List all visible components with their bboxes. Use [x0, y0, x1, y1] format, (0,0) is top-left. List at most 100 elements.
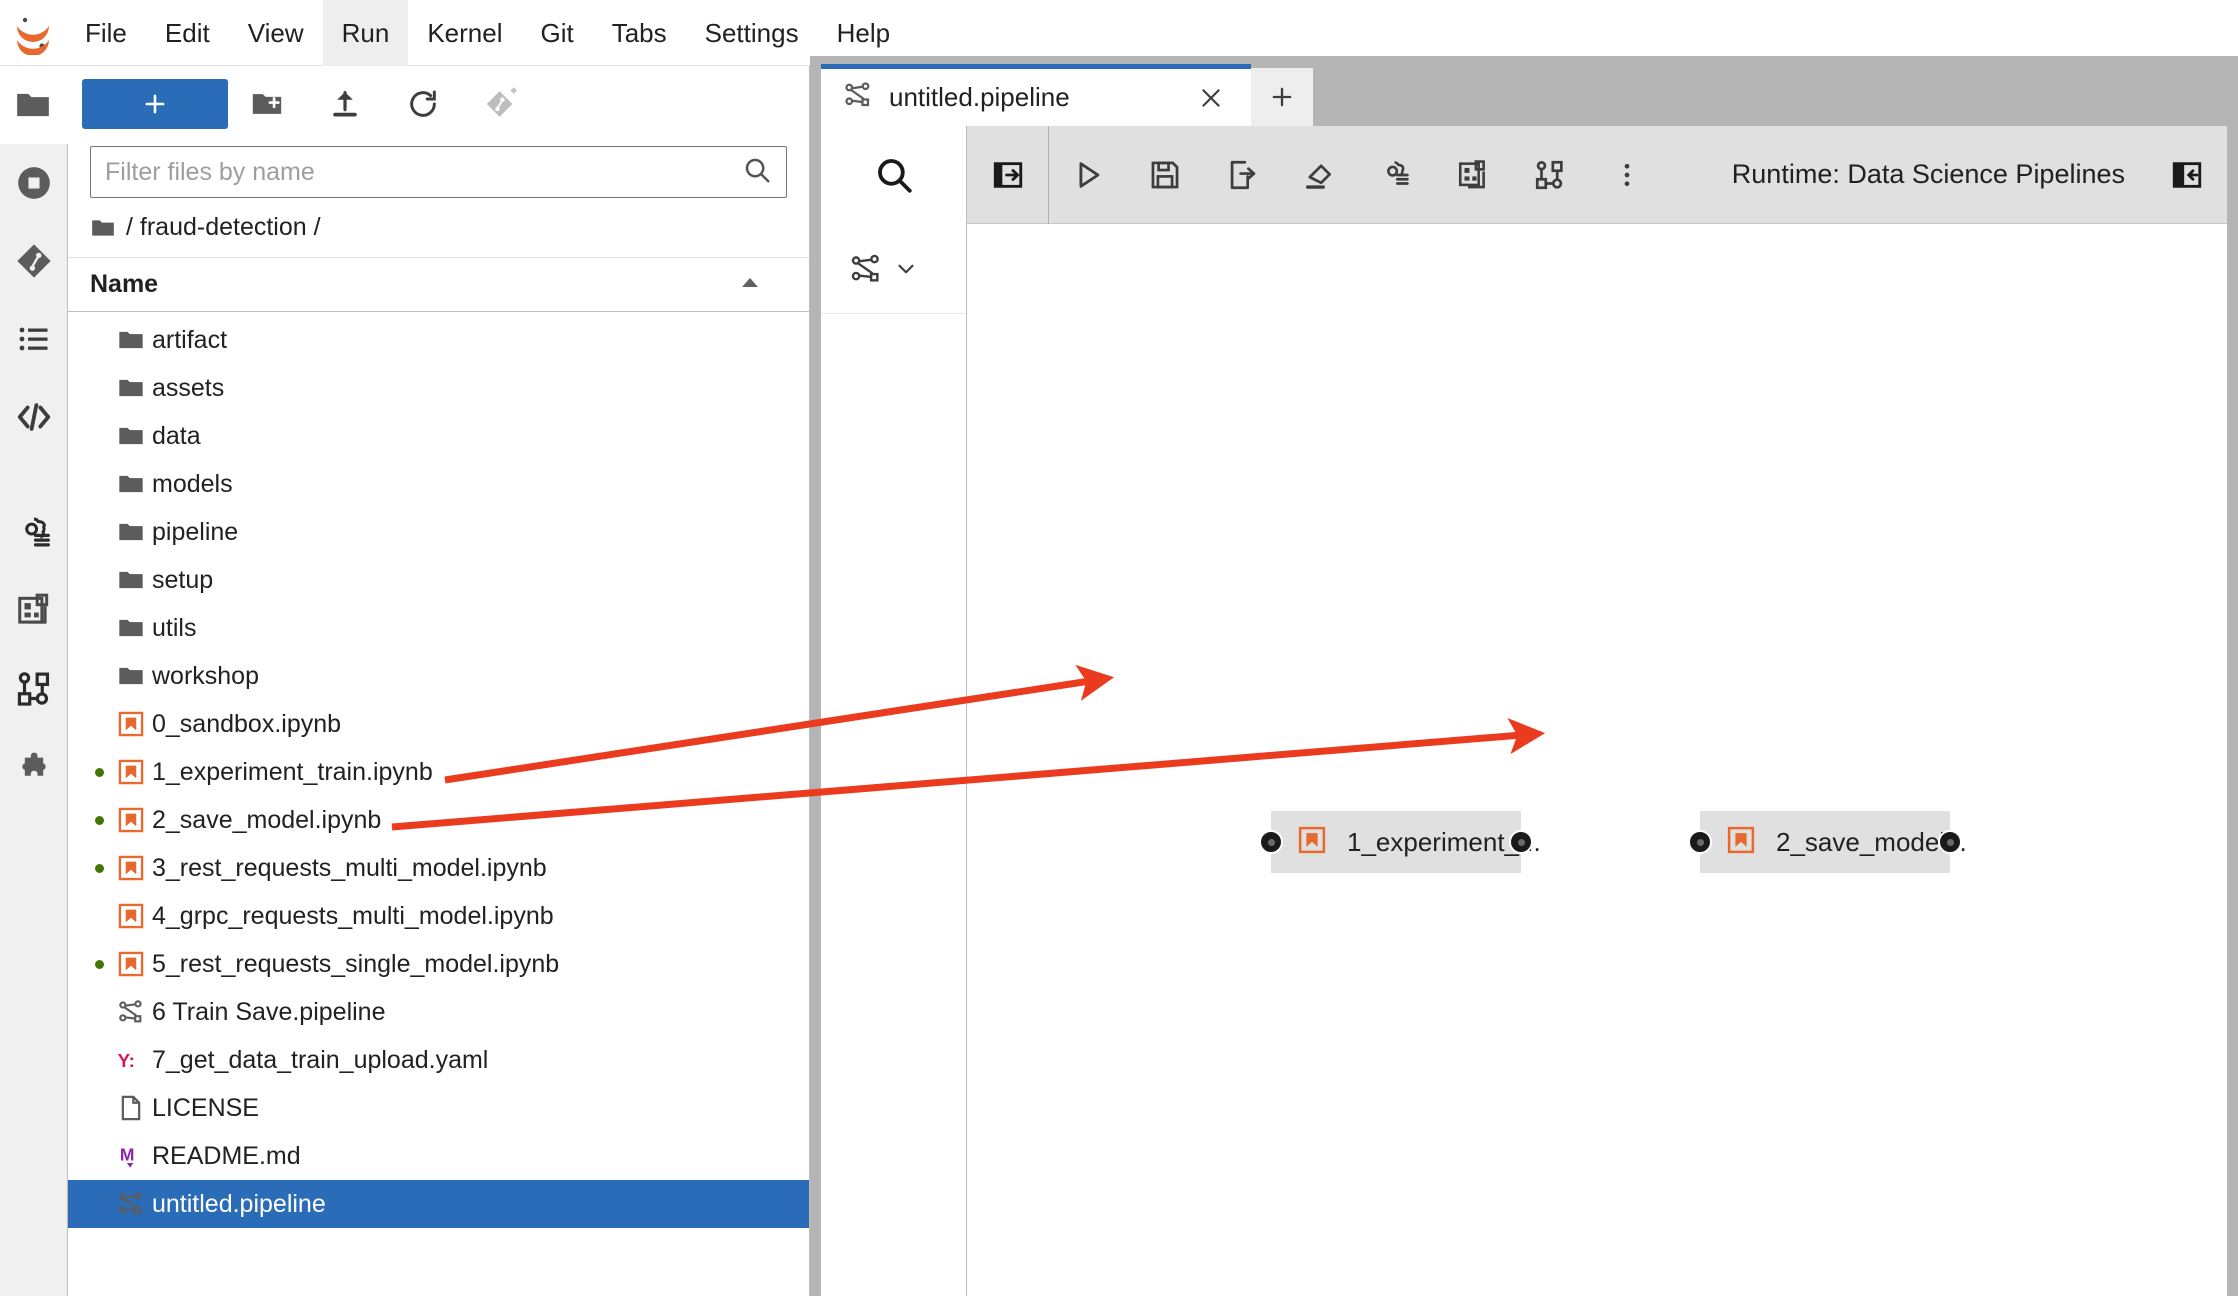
file-list-item[interactable]: 1_experiment_train.ipynb [68, 748, 809, 796]
file-name-label: 6 Train Save.pipeline [152, 997, 386, 1026]
pipeline-toolbar: Runtime: Data Science Pipelines [967, 125, 2227, 224]
notebook-icon [1297, 825, 1327, 860]
file-list-item[interactable]: utils [68, 604, 809, 652]
tab-untitled-pipeline[interactable]: untitled.pipeline [821, 64, 1251, 126]
run-icon[interactable] [1049, 126, 1126, 224]
menu-item-kernel[interactable]: Kernel [408, 0, 521, 66]
new-folder-icon[interactable] [228, 76, 306, 132]
file-list-item[interactable]: artifact [68, 316, 809, 364]
add-tab-button[interactable] [1251, 68, 1313, 126]
file-list-item[interactable]: 3_rest_requests_multi_model.ipynb [68, 844, 809, 892]
folder-icon [119, 571, 143, 589]
menu-item-file[interactable]: File [66, 0, 146, 66]
file-type-icon [110, 998, 152, 1026]
file-list-item[interactable]: 0_sandbox.ipynb [68, 700, 809, 748]
file-list-item[interactable]: 4_grpc_requests_multi_model.ipynb [68, 892, 809, 940]
notebook-icon [1726, 825, 1756, 860]
file-name-label: 2_save_model.ipynb [152, 805, 382, 834]
file-name-label: 4_grpc_requests_multi_model.ipynb [152, 901, 554, 930]
file-list-item[interactable]: LICENSE [68, 1084, 809, 1132]
chevron-down-icon [898, 264, 914, 273]
component-catalog-icon[interactable] [0, 572, 68, 650]
file-type-icon [110, 374, 152, 402]
search-input[interactable] [105, 157, 742, 187]
file-list-item[interactable]: setup [68, 556, 809, 604]
code-console-icon[interactable] [0, 378, 68, 456]
property-settings-icon[interactable] [0, 494, 68, 572]
tab-title: untitled.pipeline [889, 82, 1070, 112]
file-list-item[interactable]: untitled.pipeline [68, 1180, 809, 1228]
file-type-icon [110, 1190, 152, 1218]
node-properties-icon[interactable] [1511, 126, 1588, 224]
close-icon[interactable] [1191, 85, 1231, 111]
pipeline-canvas[interactable]: 1_experiment_... 2_save_model... [967, 224, 2227, 1296]
file-name-label: untitled.pipeline [152, 1189, 326, 1218]
notebook-icon [118, 903, 144, 929]
notebook-icon [118, 807, 144, 833]
file-list-item[interactable]: models [68, 460, 809, 508]
kernel-running-indicator [88, 767, 110, 777]
kernel-running-indicator [88, 815, 110, 825]
palette-category-pipeline[interactable] [821, 224, 966, 314]
filter-files-field[interactable] [90, 146, 787, 198]
menu-item-git[interactable]: Git [521, 0, 592, 66]
extension-manager-icon[interactable] [0, 728, 68, 806]
menu-item-edit[interactable]: Edit [146, 0, 229, 66]
open-panel-icon[interactable] [967, 125, 1049, 224]
folder-icon [119, 427, 143, 445]
upload-icon[interactable] [306, 76, 384, 132]
refresh-icon[interactable] [384, 76, 462, 132]
settings-icon[interactable] [1357, 126, 1434, 224]
file-list-item[interactable]: data [68, 412, 809, 460]
breadcrumb[interactable]: / fraud-detection / [68, 198, 809, 258]
menu-item-tabs[interactable]: Tabs [593, 0, 686, 66]
folder-icon [119, 523, 143, 541]
node-input-port[interactable] [1259, 830, 1283, 854]
node-output-port[interactable] [1938, 830, 1962, 854]
pipeline-icon [119, 1192, 142, 1215]
file-list-item[interactable]: Y: 7_get_data_train_upload.yaml [68, 1036, 809, 1084]
file-list-item[interactable]: 5_rest_requests_single_model.ipynb [68, 940, 809, 988]
table-of-contents-icon[interactable] [0, 300, 68, 378]
file-type-icon [110, 1094, 152, 1122]
overflow-menu-icon[interactable] [1588, 126, 1665, 224]
file-list-item[interactable]: M README.md [68, 1132, 809, 1180]
file-browser-icon[interactable] [0, 66, 68, 144]
export-icon[interactable] [1203, 126, 1280, 224]
running-terminals-icon[interactable] [0, 144, 68, 222]
file-list-item[interactable]: pipeline [68, 508, 809, 556]
file-type-icon [110, 662, 152, 690]
file-type-icon [110, 470, 152, 498]
file-list-item[interactable]: assets [68, 364, 809, 412]
palette-search-button[interactable] [821, 126, 967, 224]
menu-item-settings[interactable]: Settings [686, 0, 818, 66]
file-name-label: 7_get_data_train_upload.yaml [152, 1045, 489, 1074]
save-icon[interactable] [1126, 126, 1203, 224]
file-type-icon [110, 518, 152, 546]
file-list-header[interactable]: Name [68, 258, 809, 312]
node-output-port[interactable] [1509, 830, 1533, 854]
clear-icon[interactable] [1280, 126, 1357, 224]
file-type-icon [110, 710, 152, 738]
pipeline-node[interactable]: 2_save_model... [1688, 811, 1967, 873]
menu-item-view[interactable]: View [229, 0, 323, 66]
menu-item-run[interactable]: Run [322, 0, 409, 66]
node-input-port[interactable] [1688, 830, 1712, 854]
file-name-label: models [152, 469, 233, 498]
file-name-label: 3_rest_requests_multi_model.ipynb [152, 853, 547, 882]
file-list-item[interactable]: 2_save_model.ipynb [68, 796, 809, 844]
new-launcher-button[interactable] [82, 79, 228, 129]
runtime-images-icon[interactable] [0, 650, 68, 728]
new-git-repo-icon[interactable] [462, 76, 540, 132]
file-list-item[interactable]: 6 Train Save.pipeline [68, 988, 809, 1036]
pipeline-editor: Runtime: Data Science Pipelines 1_experi… [821, 125, 2227, 1296]
open-right-panel-icon[interactable] [2161, 158, 2227, 192]
file-browser-toolbar [68, 66, 809, 142]
file-list-item[interactable]: workshop [68, 652, 809, 700]
pipeline-node[interactable]: 1_experiment_... [1259, 811, 1541, 873]
git-icon[interactable] [0, 222, 68, 300]
add-comment-icon[interactable] [1434, 126, 1511, 224]
sort-ascending-icon[interactable] [739, 275, 761, 294]
file-name-label: pipeline [152, 517, 239, 546]
main-dock-area: untitled.pipeline Runtime: Data Science … [810, 56, 2238, 1296]
